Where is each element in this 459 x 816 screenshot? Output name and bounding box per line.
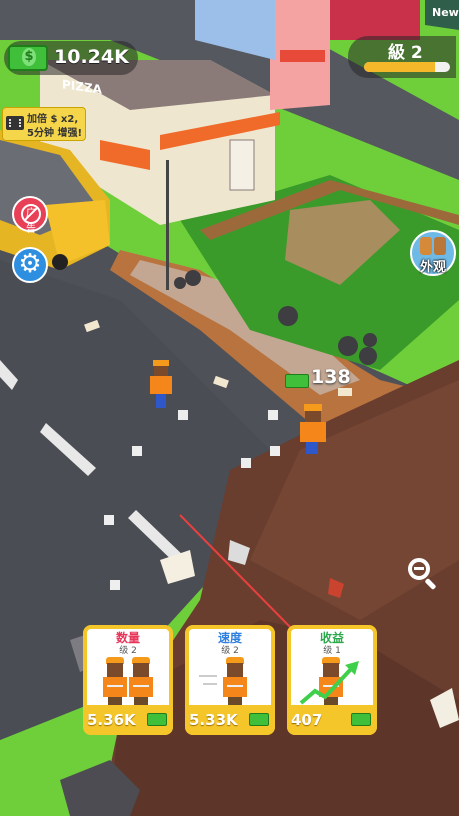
trash-bag <box>185 270 201 286</box>
no-ads-icon: 广告 <box>21 204 41 235</box>
litter <box>338 388 352 396</box>
litter <box>178 410 188 420</box>
upgrade-card-quantity[interactable]: 数量 级 2 5.36K <box>83 625 173 735</box>
litter <box>241 458 251 468</box>
up-arrow-icon <box>299 661 359 705</box>
trash-bag <box>174 277 186 289</box>
no-ads-button[interactable]: 广告 <box>12 196 48 235</box>
zoom-out-button[interactable] <box>406 556 442 592</box>
running-worker-icon <box>193 653 267 709</box>
cash-icon <box>351 713 371 726</box>
litter <box>270 446 280 456</box>
cash-icon <box>147 713 167 726</box>
ad-boost-button[interactable]: 加倍 $ x2, 5分钟 增强! <box>2 107 86 141</box>
level-label: 級 2 <box>388 43 423 63</box>
ad-boost-line1: 加倍 $ x2, <box>27 114 79 125</box>
upgrade-card-speed[interactable]: 速度 级 2 5.33K <box>185 625 275 735</box>
video-icon <box>6 116 24 130</box>
upgrade-cost: 5.36K <box>87 711 136 729</box>
upgrade-price: 5.36K <box>83 705 173 735</box>
litter <box>110 580 120 590</box>
money-counter: 10.24K <box>4 41 138 75</box>
upgrade-price: 5.33K <box>185 705 275 735</box>
money-amount: 10.24K <box>54 46 129 68</box>
ad-boost-line2: 5分钟 增强! <box>27 128 82 139</box>
trash-bag <box>338 336 358 356</box>
trash-bag <box>359 347 377 365</box>
trash-bag <box>363 333 377 347</box>
game-scene[interactable]: PIZZA New 10.24K 級 2 加倍 $ x2, 5分钟 增强! 广告… <box>0 0 459 816</box>
appearance-button[interactable]: 外观 <box>410 230 456 276</box>
level-indicator: 級 2 <box>348 36 456 78</box>
gear-icon: ⚙ <box>18 249 42 279</box>
workers-icon <box>91 653 165 709</box>
litter <box>268 410 278 420</box>
corner-sign: New <box>432 6 459 19</box>
red-building <box>330 0 420 40</box>
litter <box>132 446 142 456</box>
appearance-label: 外观 <box>419 260 446 275</box>
upgrade-price: 407 <box>287 705 377 735</box>
level-progress-bar <box>364 62 450 72</box>
upgrade-cost: 5.33K <box>189 711 238 729</box>
upgrade-cost: 407 <box>291 711 323 729</box>
level-progress-fill <box>364 62 435 72</box>
litter <box>104 515 114 525</box>
cash-icon <box>249 713 269 726</box>
cash-icon <box>8 45 48 71</box>
settings-button[interactable]: ⚙ <box>12 247 48 283</box>
cash-icon <box>285 374 309 388</box>
upgrade-card-income[interactable]: 收益 级 1 407 <box>287 625 377 735</box>
floating-reward-amount: 138 <box>311 366 351 388</box>
trash-bag <box>278 306 298 326</box>
workers-icon <box>420 237 448 257</box>
income-worker-icon <box>295 653 369 709</box>
